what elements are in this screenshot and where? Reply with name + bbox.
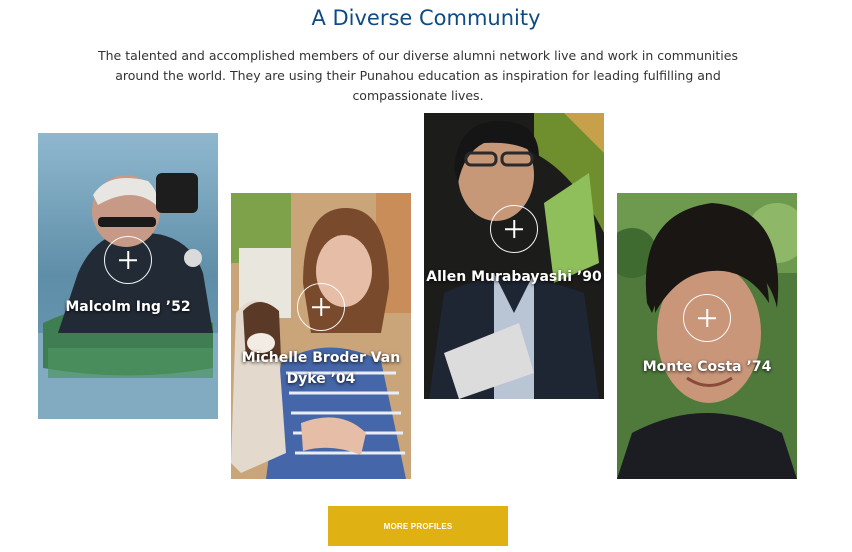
plus-icon [490,205,538,253]
profile-card-monte[interactable]: Monte Costa ’74 [617,193,797,479]
more-profiles-button[interactable]: MORE PROFILES [328,506,508,546]
profile-card-allen[interactable]: Allen Murabayashi ’90 [424,113,604,399]
profile-name: Michelle Broder Van Dyke ’04 [241,350,401,387]
plus-icon [104,236,152,284]
profile-photo [231,193,411,479]
profile-photo [424,113,604,399]
section-title: A Diverse Community [311,6,541,30]
profile-card-michelle[interactable]: Michelle Broder Van Dyke ’04 [231,193,411,479]
profile-card-malcolm[interactable]: Malcolm Ing ’52 [38,133,218,419]
profile-name: Malcolm Ing ’52 [65,299,191,315]
plus-icon [297,283,345,331]
section-intro: The talented and accomplished members of… [97,48,738,103]
profile-name: Monte Costa ’74 [642,359,772,375]
plus-icon [683,294,731,342]
profile-name: Allen Murabayashi ’90 [426,269,602,285]
